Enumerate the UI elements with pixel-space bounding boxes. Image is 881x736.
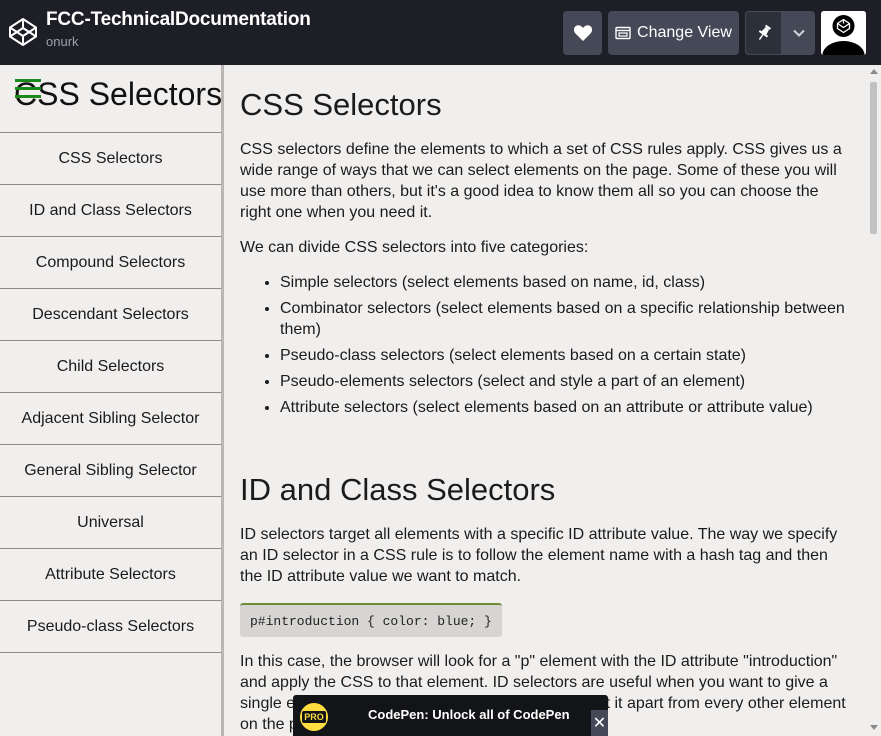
top-bar: FCC-TechnicalDocumentation onurk Change … — [0, 0, 881, 65]
codepen-pro-banner[interactable]: PRO CodePen: Unlock all of CodePen ✕ — [293, 695, 608, 736]
section-css-selectors: CSS Selectors CSS selectors define the e… — [240, 87, 866, 418]
section-paragraph: We can divide CSS selectors into five ca… — [240, 239, 589, 256]
nav-link-universal[interactable]: Universal — [0, 497, 221, 549]
nav-link-id-class-selectors[interactable]: ID and Class Selectors — [0, 185, 221, 237]
pin-icon — [758, 24, 771, 40]
codepen-icon[interactable] — [8, 17, 38, 47]
close-icon[interactable]: ✕ — [591, 710, 608, 736]
change-view-button[interactable]: Change View — [608, 11, 739, 55]
section-heading: CSS Selectors — [240, 87, 442, 122]
section-paragraph: CSS selectors define the elements to whi… — [240, 141, 842, 221]
chevron-down-icon — [792, 29, 805, 37]
user-avatar[interactable] — [821, 11, 866, 55]
nav-link-general-sibling-selector[interactable]: General Sibling Selector — [0, 445, 221, 497]
main-doc: CSS Selectors CSS selectors define the e… — [224, 65, 866, 736]
pen-author[interactable]: onurk — [46, 34, 79, 49]
category-list: Simple selectors (select elements based … — [240, 272, 866, 418]
section-heading: ID and Class Selectors — [240, 472, 556, 507]
heart-button[interactable] — [563, 11, 602, 55]
browser-window-icon — [615, 26, 631, 40]
scrollbar[interactable] — [866, 65, 881, 736]
nav-link-css-selectors[interactable]: CSS Selectors — [0, 133, 221, 185]
code-block: p#introduction { color: blue; } — [240, 603, 502, 637]
hamburger-icon[interactable] — [15, 79, 41, 101]
pro-badge-label: PRO — [302, 711, 326, 723]
sidebar-title: CSS Selectors — [14, 76, 223, 112]
change-view-label: Change View — [637, 24, 732, 41]
nav-link-compound-selectors[interactable]: Compound Selectors — [0, 237, 221, 289]
list-item: Simple selectors (select elements based … — [280, 272, 846, 293]
pin-dropdown-button[interactable] — [782, 11, 815, 55]
heart-icon — [573, 25, 592, 41]
nav-link-child-selectors[interactable]: Child Selectors — [0, 341, 221, 393]
nav-link-descendant-selectors[interactable]: Descendant Selectors — [0, 289, 221, 341]
scroll-up-arrow-icon[interactable] — [870, 69, 878, 74]
list-item: Pseudo-elements selectors (select and st… — [280, 371, 846, 392]
nav-link-pseudo-class-selectors[interactable]: Pseudo-class Selectors — [0, 601, 221, 653]
nav-link-adjacent-sibling-selector[interactable]: Adjacent Sibling Selector — [0, 393, 221, 445]
pro-badge-icon: PRO — [298, 701, 330, 733]
pro-banner-text[interactable]: CodePen: Unlock all of CodePen — [368, 707, 570, 722]
scroll-thumb[interactable] — [870, 82, 877, 234]
nav-link-attribute-selectors[interactable]: Attribute Selectors — [0, 549, 221, 601]
sidebar-nav: CSS Selectors CSS Selectors ID and Class… — [0, 65, 223, 736]
list-item: Attribute selectors (select elements bas… — [280, 397, 846, 418]
list-item: Pseudo-class selectors (select elements … — [280, 345, 846, 366]
pin-button[interactable] — [745, 11, 782, 55]
pin-button-group — [745, 11, 815, 55]
scroll-down-arrow-icon[interactable] — [870, 725, 878, 730]
pen-title[interactable]: FCC-TechnicalDocumentation — [46, 9, 311, 31]
nav-list: CSS Selectors ID and Class Selectors Com… — [0, 133, 221, 653]
list-item: Combinator selectors (select elements ba… — [280, 298, 846, 340]
sidebar-header: CSS Selectors — [0, 65, 223, 133]
section-paragraph: ID selectors target all elements with a … — [240, 526, 838, 585]
